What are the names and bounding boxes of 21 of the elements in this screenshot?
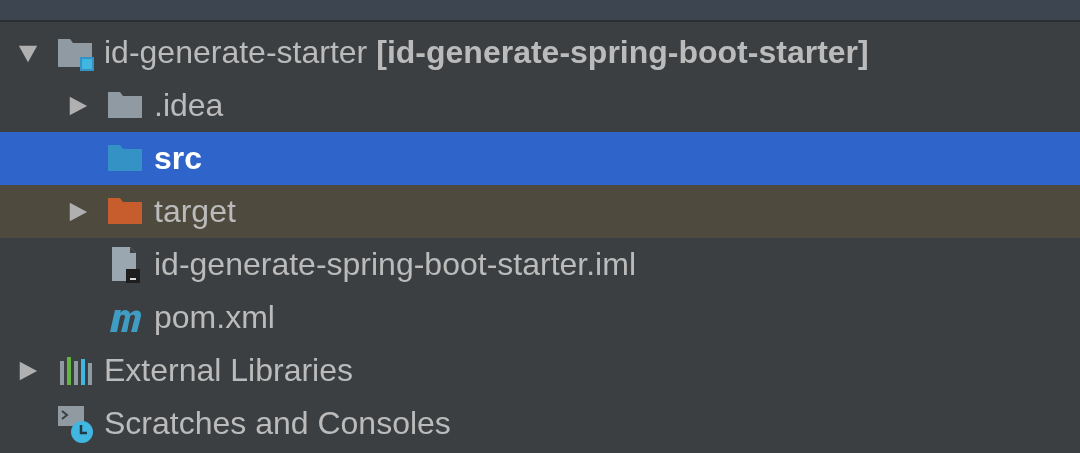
tree-item-label: .idea	[154, 87, 224, 124]
tree-item-label: pom.xml	[154, 299, 275, 336]
tree-item-label: id-generate-spring-boot-starter.iml	[154, 246, 636, 283]
tree-item-label: src	[154, 140, 203, 177]
collapsed-arrow-icon[interactable]	[17, 359, 39, 382]
tree-item-label: Scratches and Consoles	[104, 405, 451, 442]
collapsed-arrow-icon[interactable]	[67, 94, 89, 117]
scratches-clock-icon	[56, 403, 96, 444]
collapsed-arrow-icon[interactable]	[67, 200, 89, 223]
tree-row[interactable]: id-generate-starter [id-generate-spring-boot-starter]	[0, 26, 1080, 79]
tree-row[interactable]: target	[0, 185, 1080, 238]
tree-item-label: id-generate-starter	[104, 34, 368, 71]
tree-row[interactable]: External Libraries	[0, 344, 1080, 397]
tree-item-label: target	[154, 193, 236, 230]
tree-row[interactable]: id-generate-spring-boot-starter.iml	[0, 238, 1080, 291]
tree-row[interactable]: src	[0, 132, 1080, 185]
tree-item-label: External Libraries	[104, 352, 353, 389]
tree-row[interactable]: pom.xml	[0, 291, 1080, 344]
artifact-name: [id-generate-spring-boot-starter]	[376, 34, 869, 71]
tree-row[interactable]: Scratches and Consoles	[0, 397, 1080, 450]
tree-row[interactable]: .idea	[0, 79, 1080, 132]
